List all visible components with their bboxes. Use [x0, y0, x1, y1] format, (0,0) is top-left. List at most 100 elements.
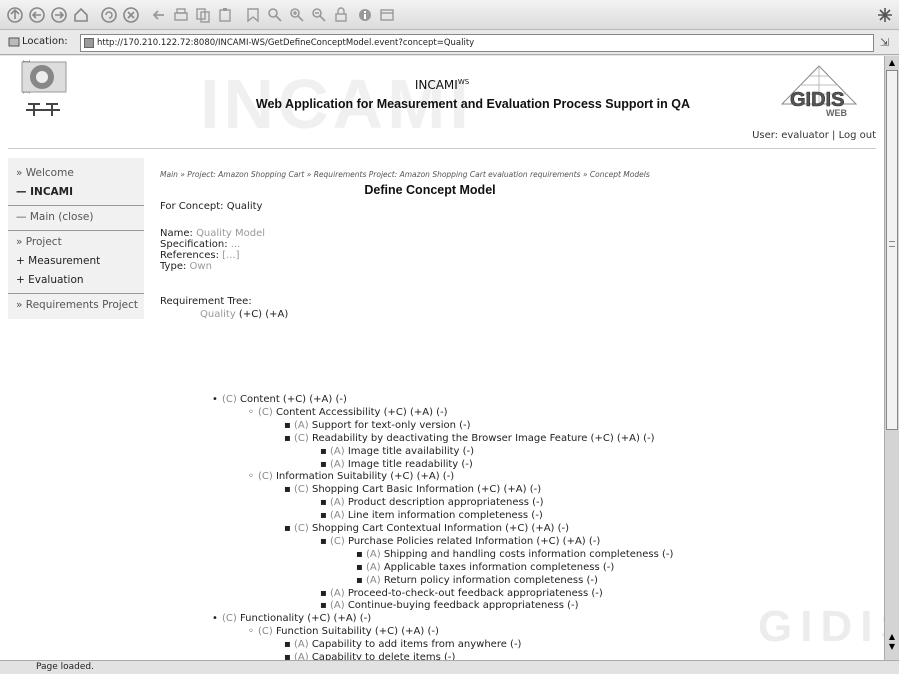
- bookmark-icon[interactable]: [242, 4, 264, 26]
- paste-icon[interactable]: [214, 4, 236, 26]
- tree-node-kind[interactable]: (C): [294, 484, 312, 495]
- sidebar-item-measurement[interactable]: + Measurement: [8, 252, 144, 271]
- tree-node-kind[interactable]: (A): [330, 510, 348, 521]
- tree-node-label[interactable]: Return policy information completeness (…: [384, 575, 598, 586]
- tree-bullet: ▪: [284, 432, 291, 444]
- home-icon[interactable]: [70, 4, 92, 26]
- tree-bullet: ▪: [356, 561, 363, 573]
- tree-node: ▪ (A) Line item information completeness …: [320, 510, 543, 522]
- tree-node: ◦ (C) Function Suitability (+C) (+A) (-): [248, 626, 439, 638]
- sidebar-item-incami[interactable]: — INCAMI: [8, 183, 144, 202]
- tree-node-label[interactable]: Readability by deactivating the Browser …: [312, 433, 655, 444]
- find-icon[interactable]: [264, 4, 286, 26]
- tree-root-name[interactable]: Quality: [200, 309, 236, 320]
- tree-node-kind[interactable]: (A): [294, 639, 312, 650]
- tree-node-kind[interactable]: (A): [366, 575, 384, 586]
- tree-node-label[interactable]: Support for text-only version (-): [312, 420, 471, 431]
- sidebar-item-main[interactable]: — Main (close): [8, 208, 144, 227]
- tree-node: ▪ (A) Proceed-to-check-out feedback appro…: [320, 588, 603, 600]
- tree-bullet: ▪: [284, 523, 291, 534]
- tree-node-kind[interactable]: (C): [294, 523, 312, 534]
- tree-node-label[interactable]: Proceed-to-check-out feedback appropriat…: [348, 588, 603, 599]
- copy-icon[interactable]: [192, 4, 214, 26]
- scroll-up-icon[interactable]: ▲: [886, 57, 898, 69]
- tree-node-label[interactable]: Image title availability (-): [348, 446, 474, 457]
- tree-node-kind[interactable]: (C): [222, 394, 240, 405]
- references-value[interactable]: [...]: [222, 250, 239, 261]
- tree-node: ▪ (A) Shipping and handling costs informa…: [356, 549, 673, 561]
- lock-icon[interactable]: [330, 4, 352, 26]
- tree-node-label[interactable]: Functionality (+C) (+A) (-): [240, 613, 371, 624]
- specification-label: Specification:: [160, 239, 228, 250]
- tree-node-label[interactable]: Line item information completeness (-): [348, 510, 543, 521]
- tree-node-label[interactable]: Continue-buying feedback appropriateness…: [348, 600, 579, 611]
- tree-node-kind[interactable]: (C): [258, 471, 276, 482]
- tree-node-label[interactable]: Content (+C) (+A) (-): [240, 394, 347, 405]
- tree-node-label[interactable]: Shopping Cart Basic Information (+C) (+A…: [312, 484, 541, 495]
- tree-node-label[interactable]: Shopping Cart Contextual Information (+C…: [312, 523, 569, 534]
- tree-bullet: ◦: [248, 406, 254, 418]
- tree-bullet: ▪: [356, 548, 363, 560]
- url-input[interactable]: http://170.210.122.72:8080/INCAMI-WS/Get…: [80, 34, 874, 52]
- sidebar-item-welcome[interactable]: » Welcome: [8, 164, 144, 183]
- tree-node-kind[interactable]: (A): [294, 652, 312, 660]
- zoom-out-icon[interactable]: [308, 4, 330, 26]
- scroll-down-icon[interactable]: ▲ ▼: [886, 628, 898, 658]
- tree-node-kind[interactable]: (A): [366, 562, 384, 573]
- window-icon[interactable]: [376, 4, 398, 26]
- tree-node-kind[interactable]: (C): [330, 536, 348, 547]
- user-label: User: evaluator: [752, 130, 829, 141]
- page-favicon-icon: [84, 38, 94, 48]
- tree-node-label[interactable]: Shipping and handling costs information …: [384, 549, 674, 560]
- vertical-scrollbar[interactable]: ▲ ▲ ▼: [884, 56, 899, 660]
- sidebar-item-evaluation[interactable]: + Evaluation: [8, 271, 144, 290]
- home-up-icon[interactable]: [4, 4, 26, 26]
- tree-node-kind[interactable]: (A): [330, 459, 348, 470]
- tree-node-label[interactable]: Information Suitability (+C) (+A) (-): [276, 471, 454, 482]
- info-icon[interactable]: [354, 4, 376, 26]
- app-name: INCAMIWS: [0, 78, 884, 92]
- sidebar-item-project[interactable]: » Project: [8, 233, 144, 252]
- tree-node-kind[interactable]: (C): [294, 433, 312, 444]
- tree-node-label[interactable]: Content Accessibility (+C) (+A) (-): [276, 407, 448, 418]
- tree-node-kind[interactable]: (C): [258, 407, 276, 418]
- tree-node-kind[interactable]: (C): [222, 613, 240, 624]
- type-field: Type: Own: [160, 261, 212, 272]
- tree-node-kind[interactable]: (A): [330, 600, 348, 611]
- tree-node-label[interactable]: Capability to add items from anywhere (-…: [312, 639, 522, 650]
- reload-icon[interactable]: [98, 4, 120, 26]
- tree-bullet: ▪: [320, 535, 327, 547]
- logout-link[interactable]: Log out: [839, 130, 876, 141]
- tree-node-kind[interactable]: (A): [330, 446, 348, 457]
- tree-node-label[interactable]: Image title readability (-): [348, 459, 473, 470]
- sidebar-item-requirements-project[interactable]: » Requirements Project: [8, 296, 144, 315]
- print-icon[interactable]: [170, 4, 192, 26]
- tree-node-label[interactable]: Function Suitability (+C) (+A) (-): [276, 626, 439, 637]
- tree-bullet: •: [212, 613, 218, 625]
- tree-node-label[interactable]: Applicable taxes information completenes…: [384, 562, 614, 573]
- tree-node-kind[interactable]: (A): [330, 497, 348, 508]
- scrollbar-thumb[interactable]: [886, 70, 898, 430]
- back-icon[interactable]: [26, 4, 48, 26]
- tree-bullet: ◦: [248, 626, 254, 638]
- specification-value[interactable]: ...: [231, 239, 241, 250]
- stop-icon[interactable]: [120, 4, 142, 26]
- tree-node-label[interactable]: Purchase Policies related Information (+…: [348, 536, 600, 547]
- tree-node-kind[interactable]: (C): [258, 626, 276, 637]
- tree-node-kind[interactable]: (A): [294, 420, 312, 431]
- name-value[interactable]: Quality Model: [196, 228, 265, 239]
- tree-node-label[interactable]: Product description appropriateness (-): [348, 497, 544, 508]
- app-name-text: INCAMI: [414, 78, 458, 92]
- tree-bullet: ▪: [284, 652, 291, 660]
- zoom-in-icon[interactable]: [286, 4, 308, 26]
- go-icon[interactable]: ⇲: [880, 36, 889, 49]
- url-text: http://170.210.122.72:8080/INCAMI-WS/Get…: [97, 38, 475, 48]
- forward-icon[interactable]: [48, 4, 70, 26]
- tree-node-kind[interactable]: (A): [330, 588, 348, 599]
- tree-bullet: ▪: [284, 419, 291, 431]
- tree-node-kind[interactable]: (A): [366, 549, 384, 560]
- tree-root-actions[interactable]: (+C) (+A): [239, 309, 288, 320]
- breadcrumb[interactable]: Main » Project: Amazon Shopping Cart » R…: [160, 170, 650, 179]
- tree-node-label[interactable]: Capability to delete items (-): [312, 652, 456, 660]
- back-arrow-icon[interactable]: [148, 4, 170, 26]
